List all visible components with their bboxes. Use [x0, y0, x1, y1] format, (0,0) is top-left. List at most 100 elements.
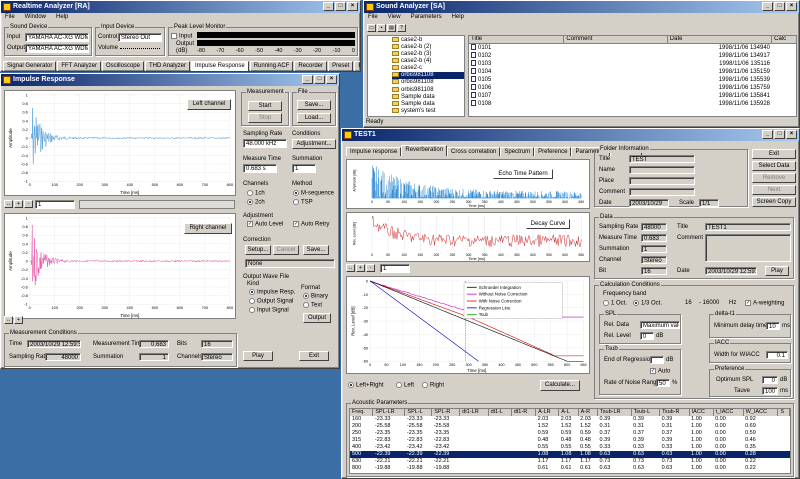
- auto-checkbox[interactable]: ✓: [650, 368, 656, 374]
- select-data-button[interactable]: Select Data: [752, 161, 796, 171]
- maximize-icon[interactable]: □: [774, 2, 785, 11]
- file-row[interactable]: 0101 1998/11/06 134940: [469, 44, 796, 52]
- ra-tab-exit[interactable]: Exit: [354, 61, 360, 71]
- table-row[interactable]: 400 -23.42 -23.42 -23.42 0.55 0.55 0.55 0.33 0.3…: [350, 444, 790, 451]
- zoom-in-icon[interactable]: +: [14, 200, 23, 208]
- open-icon[interactable]: ▭: [367, 24, 376, 32]
- col-header[interactable]: A-L: [558, 409, 579, 416]
- tree-item[interactable]: case2-b (4): [392, 58, 464, 65]
- minimize-icon[interactable]: _: [323, 2, 334, 11]
- range-lo[interactable]: 16: [685, 300, 692, 307]
- tab-spectrum[interactable]: Spectrum: [500, 147, 535, 156]
- close-icon[interactable]: ×: [326, 75, 337, 84]
- col-header[interactable]: SPL-R: [431, 409, 461, 416]
- zoom-out-icon[interactable]: -: [24, 200, 33, 208]
- rel-level-field[interactable]: 0: [640, 332, 654, 340]
- ra-titlebar[interactable]: Realtime Analyzer [RA] _ □ ×: [1, 1, 360, 13]
- col-header[interactable]: SPL-L: [404, 409, 433, 416]
- left-radio[interactable]: [396, 382, 402, 388]
- zoom-fit-icon[interactable]: ↔: [4, 200, 13, 208]
- measure-time-select[interactable]: 0.683 s: [243, 164, 277, 173]
- tree-item[interactable]: case2-b: [392, 37, 464, 44]
- tab-impulse-response[interactable]: Impulse response: [346, 147, 402, 156]
- col-header[interactable]: W_IACC: [743, 409, 779, 416]
- tree-item[interactable]: case2-b (2): [392, 44, 464, 51]
- table-row[interactable]: 315 -22.83 -22.83 -22.83 0.48 0.48 0.48 0.39 0.3…: [350, 437, 790, 444]
- oct1-radio[interactable]: [603, 300, 609, 306]
- minimize-icon[interactable]: _: [762, 130, 773, 139]
- col-header[interactable]: SPL-LR: [372, 409, 406, 416]
- setup-button[interactable]: Setup...: [245, 245, 271, 255]
- ir-titlebar[interactable]: Impulse Response _ □ ×: [1, 74, 339, 86]
- col-header[interactable]: dt1-LR: [459, 409, 489, 416]
- ra-tab-recorder[interactable]: Recorder: [294, 61, 328, 71]
- remove-button[interactable]: Remove: [752, 173, 796, 183]
- data-play-button[interactable]: Play: [765, 266, 789, 276]
- correction-save-button[interactable]: Save...: [303, 245, 329, 255]
- sampling-rate-select[interactable]: 48.000 kHz: [243, 139, 287, 148]
- col-header[interactable]: Tsub-L: [631, 409, 661, 416]
- volume-slider[interactable]: [120, 48, 160, 49]
- rel-data-select[interactable]: Maximum value: [640, 321, 680, 329]
- wiacc-field[interactable]: 0.1: [766, 351, 788, 359]
- col-title[interactable]: Title: [469, 36, 565, 43]
- tab-cross-correlation[interactable]: Cross correlation: [447, 147, 501, 156]
- right-radio[interactable]: [422, 382, 428, 388]
- sa-titlebar[interactable]: Sound Analyzer [SA] _ □ ×: [364, 1, 799, 13]
- col-date[interactable]: Date: [668, 36, 773, 43]
- file-row[interactable]: 0107 1998/11/06 135841: [469, 92, 796, 100]
- screen-copy-button[interactable]: Screen Copy: [752, 197, 796, 207]
- tree-item[interactable]: orbis981108: [392, 79, 464, 86]
- zoom-fit-icon[interactable]: ↔: [346, 264, 355, 272]
- 1ch-radio[interactable]: [247, 190, 253, 196]
- folder-tree[interactable]: case2-b case2-b (2) case2-b (3) case2-b (4)…: [367, 35, 465, 117]
- tree-item[interactable]: Sample data: [392, 100, 464, 108]
- col-header[interactable]: IACC: [689, 409, 714, 416]
- menu-view[interactable]: View: [388, 13, 401, 22]
- col-comment[interactable]: Comment: [564, 36, 668, 43]
- col-header[interactable]: A-R: [578, 409, 599, 416]
- col-header[interactable]: t_IACC: [713, 409, 744, 416]
- tree-item[interactable]: case2-b (3): [392, 51, 464, 58]
- minimize-icon[interactable]: _: [762, 2, 773, 11]
- tauve-field[interactable]: 100: [762, 387, 778, 395]
- zoom-in-icon[interactable]: +: [14, 316, 23, 324]
- left-right-radio[interactable]: [348, 382, 354, 388]
- maximize-icon[interactable]: □: [774, 130, 785, 139]
- col-header[interactable]: A-LR: [535, 409, 560, 416]
- table-row[interactable]: 200 -25.58 -25.58 -25.58 1.52 1.52 1.52 0.31 0.3…: [350, 423, 790, 430]
- table-row[interactable]: 160 -23.33 -23.33 -23.33 2.03 2.03 2.03 0.39 0.3…: [350, 416, 790, 423]
- tree-item[interactable]: Sample data: [392, 93, 464, 101]
- table-row[interactable]: 250 -23.35 -23.35 -23.35 0.59 0.59 0.59 0.37 0.3…: [350, 430, 790, 437]
- load-button[interactable]: Load...: [297, 113, 331, 123]
- file-row[interactable]: 0104 1998/11/06 135159: [469, 68, 796, 76]
- m-sequence-radio[interactable]: [293, 190, 299, 196]
- file-row[interactable]: 0103 1998/11/06 135116: [469, 60, 796, 68]
- minimize-icon[interactable]: _: [302, 75, 313, 84]
- menu-file[interactable]: File: [5, 13, 15, 22]
- ra-tab-impulse-response[interactable]: Impulse Response: [190, 61, 249, 71]
- control-select[interactable]: Stereo Out: [118, 33, 162, 42]
- help-icon[interactable]: ?: [397, 24, 406, 32]
- maximize-icon[interactable]: □: [335, 2, 346, 11]
- oct3-radio[interactable]: [633, 300, 639, 306]
- menu-window[interactable]: Window: [25, 13, 46, 22]
- test1-titlebar[interactable]: TEST1 _ □ ×: [342, 129, 799, 141]
- output-device-select[interactable]: YAMAHA AC-XG WDM: [25, 44, 89, 53]
- table-row[interactable]: 500 -22.39 -22.39 -22.39 1.08 1.08 1.08 0.63 0.6…: [350, 451, 790, 458]
- menu-help[interactable]: Help: [452, 13, 464, 22]
- exit-button[interactable]: Exit: [299, 351, 329, 361]
- exit-button[interactable]: Exit: [752, 149, 796, 159]
- zoom-fit-icon[interactable]: ↔: [4, 316, 13, 324]
- ra-tab-signal-generator[interactable]: Signal Generator: [3, 61, 57, 71]
- start-button[interactable]: Start: [248, 101, 282, 111]
- summation-field[interactable]: 1: [292, 164, 316, 173]
- col-header[interactable]: Freq.: [350, 409, 374, 416]
- ra-tab-thd-analyzer[interactable]: THD Analyzer: [144, 61, 190, 71]
- page-number-field[interactable]: 1: [35, 200, 75, 209]
- save-icon[interactable]: ▪: [377, 24, 386, 32]
- close-icon[interactable]: ×: [786, 2, 797, 11]
- end-regression-field[interactable]: [650, 356, 664, 364]
- zoom-out-icon[interactable]: -: [366, 264, 375, 272]
- col-header[interactable]: dt1-L: [488, 409, 512, 416]
